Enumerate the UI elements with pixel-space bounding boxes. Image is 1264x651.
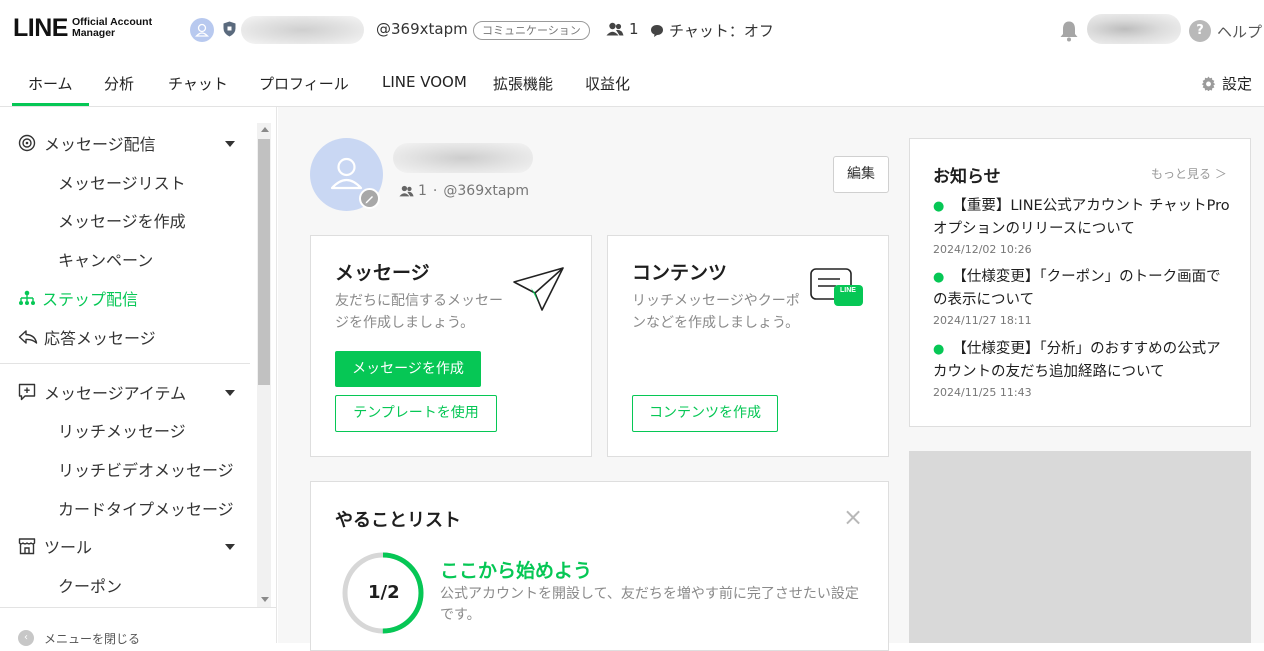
- news-item[interactable]: ● 【重要】LINE公式アカウント チャットProオプションのリリースについて: [933, 195, 1233, 240]
- message-card-description: 友だちに配信するメッセージを作成しましょう。: [335, 293, 503, 331]
- shield-icon: [223, 21, 236, 37]
- profile-meta: 1 · @369xtapm: [399, 183, 529, 199]
- profile-friend-count: 1: [418, 183, 427, 199]
- friend-count: 1: [606, 20, 639, 38]
- paper-plane-icon: [513, 267, 564, 311]
- line-oa-manager-logo[interactable]: LINE Official Account Manager: [13, 15, 152, 41]
- use-template-button[interactable]: テンプレートを使用: [335, 395, 497, 432]
- main-nav: ホーム 分析 チャット プロフィール LINE VOOM 拡張機能 収益化 設定: [0, 60, 1264, 107]
- logo-subtitle: Official Account Manager: [71, 16, 153, 39]
- tab-line-voom[interactable]: LINE VOOM: [382, 73, 467, 91]
- tab-analytics[interactable]: 分析: [104, 73, 134, 94]
- line-message-icon: [810, 268, 863, 306]
- sidebar-item-message-list[interactable]: メッセージリスト: [58, 170, 186, 194]
- chevron-left-icon: ‹: [18, 630, 34, 646]
- sidebar-item-create-message[interactable]: メッセージを作成: [58, 208, 186, 232]
- tab-extensions[interactable]: 拡張機能: [493, 73, 553, 94]
- account-avatar-icon[interactable]: [190, 18, 214, 42]
- chevron-down-icon[interactable]: [225, 141, 235, 147]
- friends-icon: [606, 22, 624, 36]
- edit-profile-button[interactable]: 編集: [833, 156, 889, 193]
- contents-card-description: リッチメッセージやクーポンなどを作成しましょう。: [632, 293, 800, 331]
- logo-wordmark: LINE: [13, 14, 68, 42]
- contents-card-title: コンテンツ: [632, 262, 728, 284]
- banner-placeholder: [909, 451, 1251, 643]
- settings-link[interactable]: 設定: [1201, 73, 1252, 94]
- help-link[interactable]: ? ヘルプ: [1189, 20, 1262, 42]
- tab-monetization[interactable]: 収益化: [585, 73, 630, 94]
- profile-name-blurred: [393, 143, 533, 173]
- todo-heading: ここから始めよう: [440, 560, 593, 582]
- message-item-icon: [18, 383, 36, 401]
- notification-bell-icon[interactable]: [1059, 20, 1079, 42]
- broadcast-icon: [18, 134, 36, 152]
- reply-icon: [18, 330, 38, 344]
- sidebar-scrollbar-thumb[interactable]: [258, 139, 270, 385]
- collapse-menu-bar[interactable]: ‹ メニューを閉じる: [0, 607, 276, 646]
- sidebar-item-auto-response[interactable]: 応答メッセージ: [18, 325, 156, 349]
- close-icon[interactable]: ×: [843, 505, 863, 529]
- tab-chat[interactable]: チャット: [168, 73, 228, 94]
- account-name-blurred: [241, 16, 364, 44]
- news-item[interactable]: ● 【仕様変更】「クーポン」のトーク画面での表示について: [933, 266, 1233, 311]
- news-date: 2024/11/25 11:43: [933, 386, 1032, 399]
- news-item[interactable]: ● 【仕様変更】「分析」のおすすめの公式アカウントの友だち追加経路について: [933, 338, 1233, 383]
- chevron-down-icon[interactable]: [225, 544, 235, 550]
- chat-bubble-icon: [651, 24, 663, 37]
- line-badge-text: LINE: [840, 287, 856, 294]
- sidebar-divider: [0, 363, 250, 364]
- todo-description: 公式アカウントを開設して、友だちを増やす前に完了させたい設定です。: [440, 586, 859, 623]
- news-more-link[interactable]: もっと見る ＞: [1151, 165, 1227, 182]
- news-title: お知らせ: [933, 167, 1001, 187]
- sidebar-group-message-items[interactable]: メッセージアイテム: [18, 380, 186, 404]
- plan-badge: コミュニケーション: [473, 21, 590, 40]
- bullet-dot: ●: [933, 342, 945, 357]
- scroll-down-arrow-icon[interactable]: [261, 597, 269, 602]
- store-icon: [18, 538, 36, 555]
- user-menu-blurred[interactable]: [1087, 14, 1181, 44]
- profile-account-id: @369xtapm: [443, 183, 529, 199]
- sidebar-group-message-delivery[interactable]: メッセージ配信: [18, 131, 156, 155]
- collapse-menu-label: メニューを閉じる: [44, 632, 141, 646]
- step-tree-icon: [19, 290, 35, 305]
- sidebar-item-step-delivery[interactable]: ステップ配信: [18, 286, 138, 310]
- help-icon: ?: [1189, 20, 1211, 42]
- friends-icon: [399, 185, 414, 197]
- top-bar: LINE Official Account Manager @369xtapm …: [0, 0, 1264, 60]
- gear-icon: [1201, 76, 1216, 91]
- todo-progress-label: 1/2: [368, 582, 400, 603]
- edit-avatar-button[interactable]: [359, 188, 380, 209]
- sidebar-item-campaign[interactable]: キャンペーン: [58, 247, 153, 271]
- sidebar-item-coupon[interactable]: クーポン: [58, 573, 122, 597]
- account-id: @369xtapm: [376, 20, 468, 38]
- separator: ·: [432, 183, 438, 199]
- scroll-up-arrow-icon[interactable]: [261, 127, 269, 132]
- news-date: 2024/12/02 10:26: [933, 243, 1032, 256]
- tab-profile[interactable]: プロフィール: [259, 73, 349, 94]
- sidebar-group-tools[interactable]: ツール: [18, 534, 92, 558]
- message-card-title: メッセージ: [335, 262, 430, 284]
- active-tab-indicator: [12, 103, 89, 106]
- pencil-icon: [365, 196, 373, 204]
- news-date: 2024/11/27 18:11: [933, 314, 1032, 327]
- tab-home[interactable]: ホーム: [28, 73, 73, 94]
- create-message-button[interactable]: メッセージを作成: [335, 351, 481, 387]
- bullet-dot: ●: [933, 199, 945, 214]
- chevron-down-icon[interactable]: [225, 390, 235, 396]
- sidebar: メッセージ配信 メッセージリスト メッセージを作成 キャンペーン ステップ配信 …: [0, 107, 277, 646]
- person-icon: [195, 23, 209, 37]
- sidebar-item-card-type-message[interactable]: カードタイプメッセージ: [58, 496, 234, 520]
- todo-title: やることリスト: [335, 510, 461, 531]
- chat-status[interactable]: チャット：オフ: [650, 20, 774, 41]
- sidebar-item-rich-video-message[interactable]: リッチビデオメッセージ: [58, 457, 234, 481]
- create-contents-button[interactable]: コンテンツを作成: [632, 395, 778, 432]
- sidebar-item-rich-message[interactable]: リッチメッセージ: [58, 418, 186, 442]
- bullet-dot: ●: [933, 270, 945, 285]
